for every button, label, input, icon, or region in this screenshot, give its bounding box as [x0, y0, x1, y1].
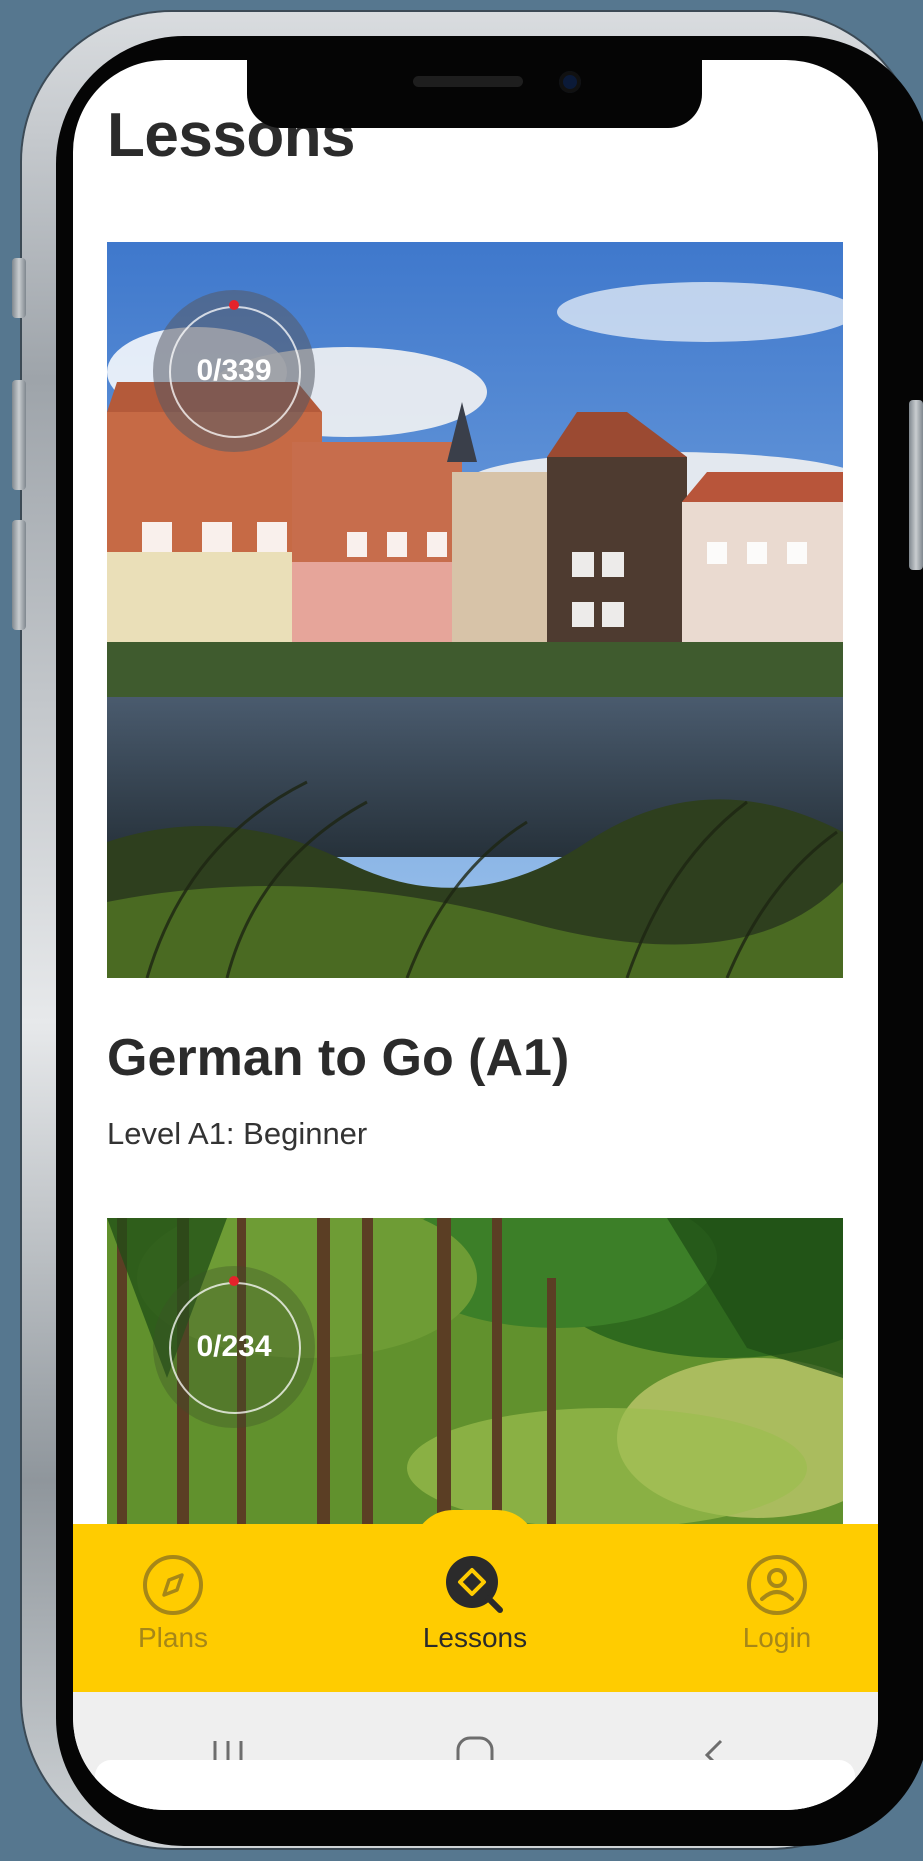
- tab-label: Login: [742, 1622, 812, 1653]
- front-camera: [559, 71, 581, 93]
- lessons-search-icon: [444, 1554, 506, 1616]
- phone-notch: [247, 60, 702, 128]
- progress-count: 0/234: [196, 1330, 272, 1363]
- bottom-tab-bar: Plans Lessons Login: [73, 1510, 878, 1692]
- tab-login[interactable]: Login: [677, 1554, 877, 1654]
- earpiece-speaker: [413, 76, 523, 87]
- tab-label: Plans: [137, 1622, 209, 1653]
- volume-down-button: [12, 520, 26, 630]
- tab-plans[interactable]: Plans: [73, 1554, 273, 1654]
- course-progress-ring: 0/234: [153, 1266, 315, 1428]
- tab-bar-notch: [413, 1510, 537, 1550]
- progress-count: 0/339: [196, 354, 272, 387]
- app-screen: Lessons 0/339 German to Go (A1) Level A1…: [73, 60, 878, 1810]
- compass-icon: [142, 1554, 204, 1616]
- volume-up-button: [12, 380, 26, 490]
- screen-bottom-edge: [95, 1760, 855, 1810]
- course-image-forest[interactable]: 0/234: [107, 1218, 843, 1538]
- course-level: Level A1: Beginner: [107, 1116, 368, 1151]
- power-button: [909, 400, 923, 570]
- tab-label: Lessons: [422, 1622, 528, 1653]
- tab-lessons[interactable]: Lessons: [375, 1554, 575, 1654]
- system-navigation-bar: [73, 1692, 878, 1810]
- course-title[interactable]: German to Go (A1): [107, 1028, 569, 1088]
- course-image-bamberg[interactable]: 0/339: [107, 242, 843, 978]
- mute-switch: [12, 258, 26, 318]
- course-progress-ring: 0/339: [153, 290, 315, 452]
- user-icon: [746, 1554, 808, 1616]
